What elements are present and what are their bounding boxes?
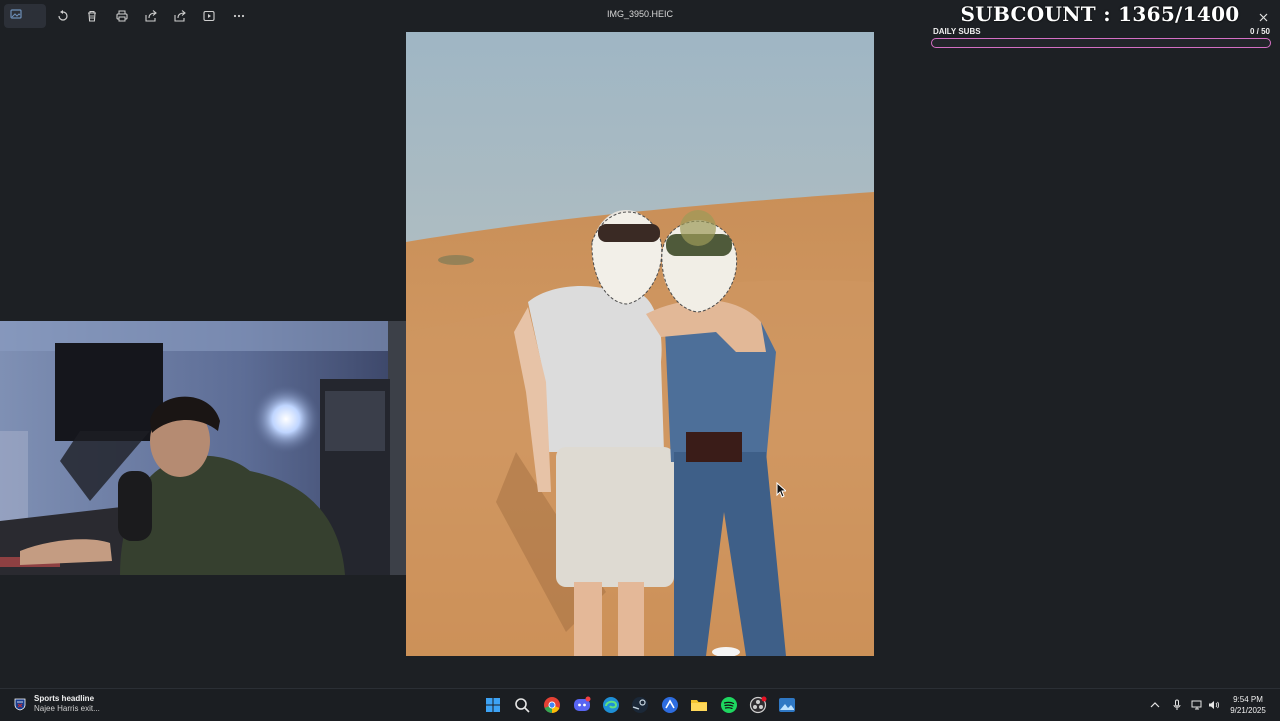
share-button[interactable] (140, 6, 162, 26)
edge-icon[interactable] (602, 696, 620, 714)
steam-icon[interactable] (631, 696, 649, 714)
mouse-cursor-icon (776, 482, 786, 498)
slideshow-button[interactable] (198, 6, 220, 26)
news-subtitle: Najee Harris exit... (34, 704, 100, 713)
volume-icon[interactable] (1208, 699, 1220, 711)
clock-date: 9/21/2025 (1230, 706, 1266, 715)
desert-photo (406, 32, 874, 656)
photos-app-tab[interactable] (4, 4, 46, 28)
subcount-counter: SUBCOUNT : 1365/1400 (960, 2, 1240, 26)
search-icon[interactable] (513, 696, 531, 714)
news-headline: Sports headline (34, 694, 95, 703)
network-icon[interactable] (1191, 699, 1203, 711)
spotify-icon[interactable] (720, 696, 738, 714)
file-title: IMG_3950.HEIC (606, 9, 674, 19)
system-clock[interactable]: 9:54 PM 9/21/2025 (1224, 694, 1272, 716)
discord-icon[interactable] (573, 696, 591, 714)
share-icon (145, 10, 157, 22)
slideshow-icon (203, 10, 215, 22)
more-button[interactable] (228, 6, 250, 26)
nfl-icon (12, 696, 28, 712)
webcam-feed (0, 321, 406, 575)
daily-subs-count: 0 / 50 (1249, 27, 1270, 36)
app-icon[interactable] (661, 696, 679, 714)
photos-app-icon (10, 7, 22, 25)
file-explorer-icon[interactable] (690, 696, 708, 714)
daily-subs-progress-bar (931, 38, 1271, 48)
photos-icon[interactable] (778, 696, 796, 714)
rotate-button[interactable] (52, 6, 74, 26)
news-widget[interactable]: Sports headline Najee Harris exit... (12, 694, 100, 714)
chevron-up-icon[interactable] (1149, 699, 1161, 711)
photo-view[interactable] (406, 32, 874, 656)
more-icon (233, 14, 245, 18)
share-alt-button[interactable] (169, 6, 191, 26)
share-alt-icon (174, 10, 186, 22)
print-icon (116, 10, 128, 22)
windows-start-icon[interactable] (484, 696, 502, 714)
chrome-icon[interactable] (543, 696, 561, 714)
obs-icon[interactable] (749, 696, 767, 714)
clock-time: 9:54 PM (1233, 695, 1263, 704)
microphone-icon[interactable] (1171, 699, 1183, 711)
delete-button[interactable] (81, 6, 103, 26)
rotate-icon (58, 10, 68, 21)
windows-taskbar: Sports headline Najee Harris exit... 9:5… (0, 688, 1280, 721)
delete-icon (88, 10, 96, 22)
print-button[interactable] (111, 6, 133, 26)
daily-subs-label: DAILY SUBS (933, 27, 981, 36)
webcam-image (0, 321, 406, 575)
